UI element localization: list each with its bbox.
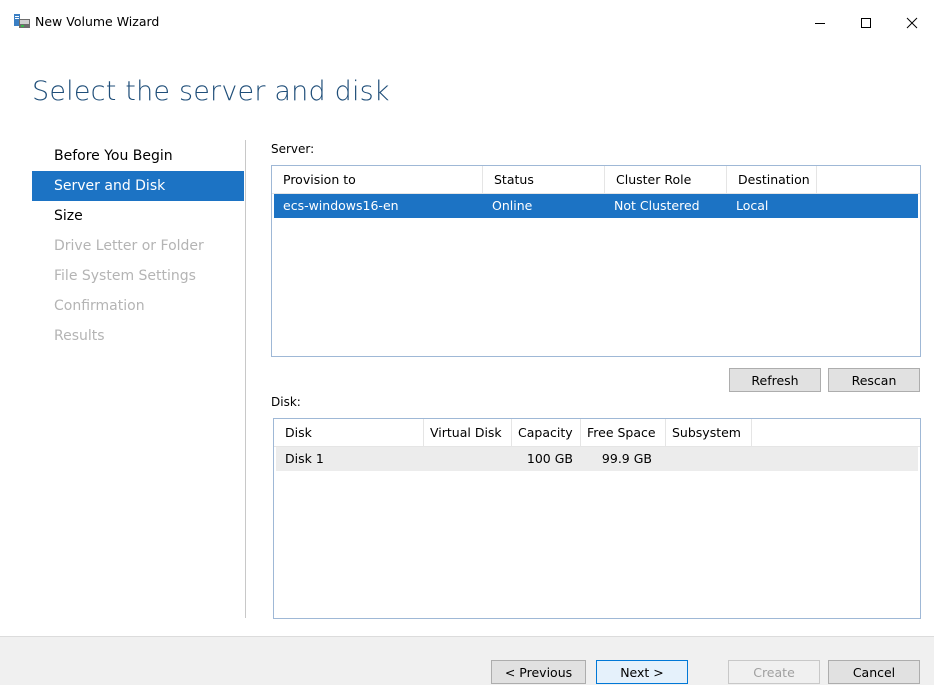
column-header-disk[interactable]: Disk	[274, 419, 424, 446]
column-header-provision-to[interactable]: Provision to	[272, 166, 483, 193]
disk-list[interactable]: Disk Virtual Disk Capacity Free Space Su…	[273, 418, 921, 619]
maximize-icon	[861, 18, 871, 28]
disk-row[interactable]: Disk 1 100 GB 99.9 GB	[276, 447, 918, 471]
server-row[interactable]: ecs-windows16-en Online Not Clustered Lo…	[274, 194, 918, 218]
close-button[interactable]	[889, 0, 934, 46]
new-volume-wizard-window: New Volume Wizard Select the server and …	[0, 0, 934, 685]
cell-subsystem	[666, 447, 752, 471]
cell-status: Online	[492, 198, 533, 213]
nav-item-size[interactable]: Size	[32, 201, 244, 231]
cell-free-space: 99.9 GB	[601, 451, 652, 466]
cell-disk: Disk 1	[285, 451, 324, 466]
nav-item-server-and-disk[interactable]: Server and Disk	[32, 171, 244, 201]
cell-provision-to: ecs-windows16-en	[283, 198, 399, 213]
cell-virtual-disk	[424, 447, 512, 471]
create-button: Create	[728, 660, 820, 684]
disk-list-header: Disk Virtual Disk Capacity Free Space Su…	[274, 419, 920, 447]
server-volume-icon	[14, 14, 30, 28]
close-icon	[906, 17, 918, 29]
cancel-button[interactable]: Cancel	[828, 660, 920, 684]
refresh-button[interactable]: Refresh	[729, 368, 821, 392]
rescan-button[interactable]: Rescan	[828, 368, 920, 392]
nav-item-drive-letter: Drive Letter or Folder	[54, 238, 204, 254]
page-title: Select the server and disk	[32, 76, 390, 107]
server-label: Server:	[271, 142, 315, 156]
wizard-steps-nav: Before You Begin Server and Disk Size Dr…	[32, 141, 244, 351]
column-header-virtual-disk[interactable]: Virtual Disk	[424, 419, 512, 446]
column-header-subsystem[interactable]: Subsystem	[666, 419, 752, 446]
nav-item-confirmation: Confirmation	[54, 298, 145, 314]
column-header-capacity[interactable]: Capacity	[512, 419, 581, 446]
column-header-free-space[interactable]: Free Space	[581, 419, 666, 446]
window-title: New Volume Wizard	[35, 14, 160, 29]
next-button[interactable]: Next >	[596, 660, 688, 684]
nav-divider	[245, 140, 246, 618]
wizard-footer: < Previous Next > Create Cancel	[0, 636, 934, 685]
cell-capacity: 100 GB	[526, 451, 573, 466]
minimize-button[interactable]	[797, 0, 843, 46]
nav-item-before-you-begin[interactable]: Before You Begin	[32, 141, 244, 171]
cell-destination: Local	[736, 198, 769, 213]
disk-label: Disk:	[271, 395, 301, 409]
nav-item-file-system-settings: File System Settings	[54, 268, 196, 284]
server-list[interactable]: Provision to Status Cluster Role Destina…	[271, 165, 921, 357]
cell-cluster-role: Not Clustered	[614, 198, 700, 213]
nav-item-results: Results	[54, 328, 105, 344]
column-header-cluster-role[interactable]: Cluster Role	[605, 166, 727, 193]
maximize-button[interactable]	[843, 0, 889, 46]
previous-button[interactable]: < Previous	[491, 660, 586, 684]
minimize-icon	[815, 23, 825, 24]
column-header-destination[interactable]: Destination	[727, 166, 817, 193]
title-bar: New Volume Wizard	[0, 0, 934, 46]
column-header-status[interactable]: Status	[483, 166, 605, 193]
server-list-header: Provision to Status Cluster Role Destina…	[272, 166, 920, 194]
